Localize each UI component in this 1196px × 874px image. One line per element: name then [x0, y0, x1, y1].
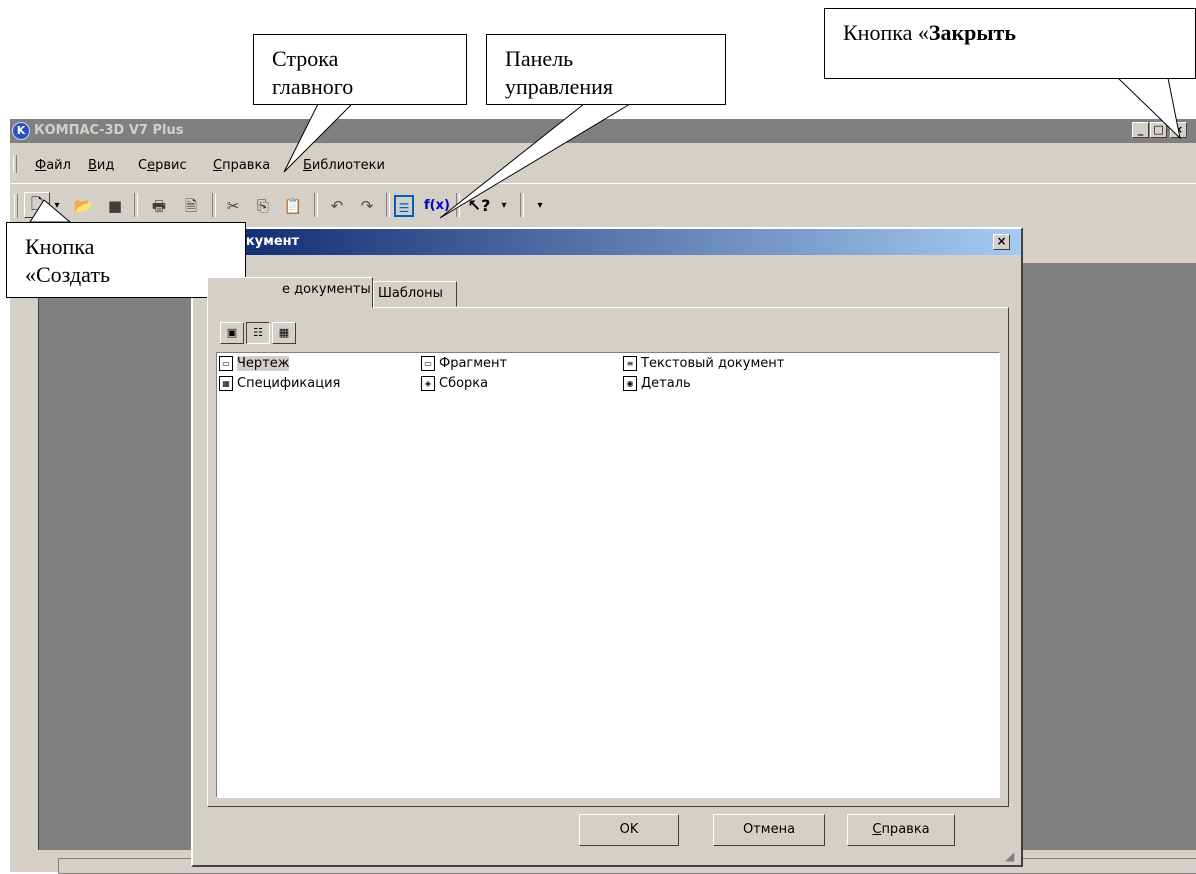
help-button-label: правка: [881, 822, 930, 837]
dialog-title: окумент: [237, 234, 300, 249]
context-help-dropdown-icon[interactable]: ▾: [498, 195, 510, 217]
list-item-label: Чертеж: [237, 356, 290, 371]
callout-menu-line-cut-text: главного: [272, 74, 354, 99]
assembly-doc-icon: ◈: [421, 376, 435, 391]
standard-toolbar: 🗋 ▾ 📂 ■ 🖶 🗎 ✂ ⎘ 📋 ↶ ↷ ☰ f(x) ↖? ▾ ▾: [10, 183, 1196, 226]
menu-file-label: айл: [46, 158, 71, 173]
print-preview-icon[interactable]: 🗎: [180, 195, 202, 217]
menu-help-accel: С: [213, 158, 223, 173]
list-item-drawing[interactable]: ▭ Чертеж: [219, 355, 290, 373]
list-item-specification[interactable]: ▦ Спецификация: [219, 375, 340, 393]
part-doc-icon: ◉: [623, 376, 637, 391]
maximize-button[interactable]: □: [1150, 122, 1167, 138]
menu-view[interactable]: Вид: [88, 158, 114, 173]
paste-icon[interactable]: 📋: [282, 195, 304, 217]
list-item-label: Фрагмент: [439, 356, 508, 371]
tab-templates[interactable]: Шаблоны: [373, 281, 457, 307]
list-item-label: Текстовый документ: [641, 356, 785, 371]
tab-new-documents[interactable]: е документы: [207, 277, 373, 308]
toolbar-separator: [520, 193, 524, 217]
menu-service[interactable]: Сервис: [138, 158, 187, 173]
fragment-doc-icon: ▭: [421, 356, 435, 371]
menu-service-label-a: С: [138, 158, 148, 173]
dialog-title-bar[interactable]: окумент ×: [193, 229, 1021, 255]
toolbar-separator: [456, 193, 460, 217]
dropdown-arrow-icon[interactable]: ▾: [50, 195, 64, 217]
specification-doc-icon: ▦: [219, 376, 233, 391]
callout-close-button: Кнопка «Закрыть: [824, 8, 1196, 79]
callout-control-panel-text: Панель: [505, 46, 574, 71]
menu-help-label: правка: [222, 158, 271, 173]
undo-icon[interactable]: ↶: [326, 195, 348, 217]
redo-icon[interactable]: ↷: [356, 195, 378, 217]
details-view-icon[interactable]: ▦: [272, 322, 296, 344]
help-button[interactable]: Справка: [847, 814, 955, 846]
callout-close-bold: Закрыть: [928, 20, 1016, 45]
cancel-button[interactable]: Отмена: [713, 814, 825, 846]
callout-control-panel: Панель управления: [486, 34, 726, 105]
menu-service-accel: е: [147, 158, 156, 173]
list-item-label: Деталь: [641, 376, 691, 391]
new-document-icon[interactable]: 🗋: [24, 192, 50, 218]
text-doc-icon: ≡: [623, 356, 637, 371]
menu-file[interactable]: Файл: [35, 158, 71, 173]
callout-control-panel-cut-text: управления: [505, 74, 614, 99]
menu-view-accel: В: [88, 158, 97, 173]
maximize-icon: □: [1153, 123, 1164, 136]
tab-templates-label: Шаблоны: [378, 286, 443, 301]
drawing-doc-icon: ▭: [219, 356, 233, 371]
app-title-bar[interactable]: K КОМПАС-3D V7 Plus _ □ ×: [10, 119, 1196, 143]
menu-help[interactable]: Справка: [213, 158, 270, 173]
copy-icon[interactable]: ⎘: [252, 195, 274, 217]
close-icon: ×: [996, 234, 1007, 248]
calculator-icon[interactable]: ☰: [394, 195, 414, 217]
context-help-icon[interactable]: ↖?: [462, 195, 496, 217]
toolbar-separator: [212, 193, 216, 217]
menu-view-label: ид: [96, 158, 115, 173]
list-item-label: Сборка: [439, 376, 489, 391]
kompas-logo-icon[interactable]: K: [12, 122, 30, 140]
list-item-assembly[interactable]: ◈ Сборка: [421, 375, 488, 393]
menu-libraries[interactable]: Библиотеки: [303, 158, 385, 173]
list-item-text-document[interactable]: ≡ Текстовый документ: [623, 355, 784, 373]
minimize-button[interactable]: _: [1132, 122, 1149, 138]
menu-service-label-b: рвис: [155, 158, 187, 173]
cut-icon[interactable]: ✂: [222, 195, 244, 217]
large-icons-view-icon[interactable]: ▣: [220, 322, 244, 344]
new-document-dialog: окумент × е документы Шаблоны ▣ ☷ ▦ ▭ Чер…: [191, 227, 1023, 867]
ok-button[interactable]: OK: [579, 814, 679, 846]
tab-new-documents-label: е документы: [282, 282, 371, 297]
list-view-icon[interactable]: ☷: [246, 322, 270, 344]
list-item-fragment[interactable]: ▭ Фрагмент: [421, 355, 507, 373]
print-icon[interactable]: 🖶: [148, 195, 170, 217]
toolbar-grip[interactable]: [14, 194, 18, 218]
more-options-icon[interactable]: ▾: [534, 195, 546, 217]
toolbar-separator: [314, 193, 318, 217]
list-item-part[interactable]: ◉ Деталь: [623, 375, 691, 393]
callout-create-text: Кнопка: [25, 234, 95, 259]
minimize-icon: _: [1137, 123, 1144, 136]
callout-menu-line-text: Строка: [272, 46, 339, 71]
open-folder-icon[interactable]: 📂: [72, 195, 94, 217]
list-item-label: Спецификация: [237, 376, 341, 391]
resize-grip-icon[interactable]: ◢: [1005, 849, 1019, 863]
menu-libraries-label: иблиотеки: [311, 158, 385, 173]
tab-panel: ▣ ☷ ▦ ▭ Чертеж ▭ Фрагмент ≡ Текстовый докум…: [207, 307, 1009, 807]
save-icon[interactable]: ■: [104, 195, 126, 217]
callout-menu-line: Строка главного: [253, 34, 467, 105]
callout-close-prefix: Кнопка «: [843, 20, 929, 45]
menu-grip[interactable]: [13, 155, 17, 173]
toolbar-separator: [386, 193, 390, 217]
app-title: КОМПАС-3D V7 Plus: [34, 123, 184, 138]
close-button[interactable]: ×: [1170, 122, 1187, 138]
document-type-list[interactable]: ▭ Чертеж ▭ Фрагмент ≡ Текстовый документ ▦ С…: [216, 352, 1000, 798]
menu-libraries-accel: Б: [303, 158, 312, 173]
function-icon[interactable]: f(x): [420, 195, 454, 217]
menu-bar: Файл Вид Сервис Справка Библиотеки: [10, 143, 1196, 183]
menu-file-accel: Ф: [35, 158, 47, 173]
toolbar-separator: [134, 193, 138, 217]
close-icon: ×: [1173, 123, 1184, 136]
dialog-close-button[interactable]: ×: [993, 234, 1010, 250]
